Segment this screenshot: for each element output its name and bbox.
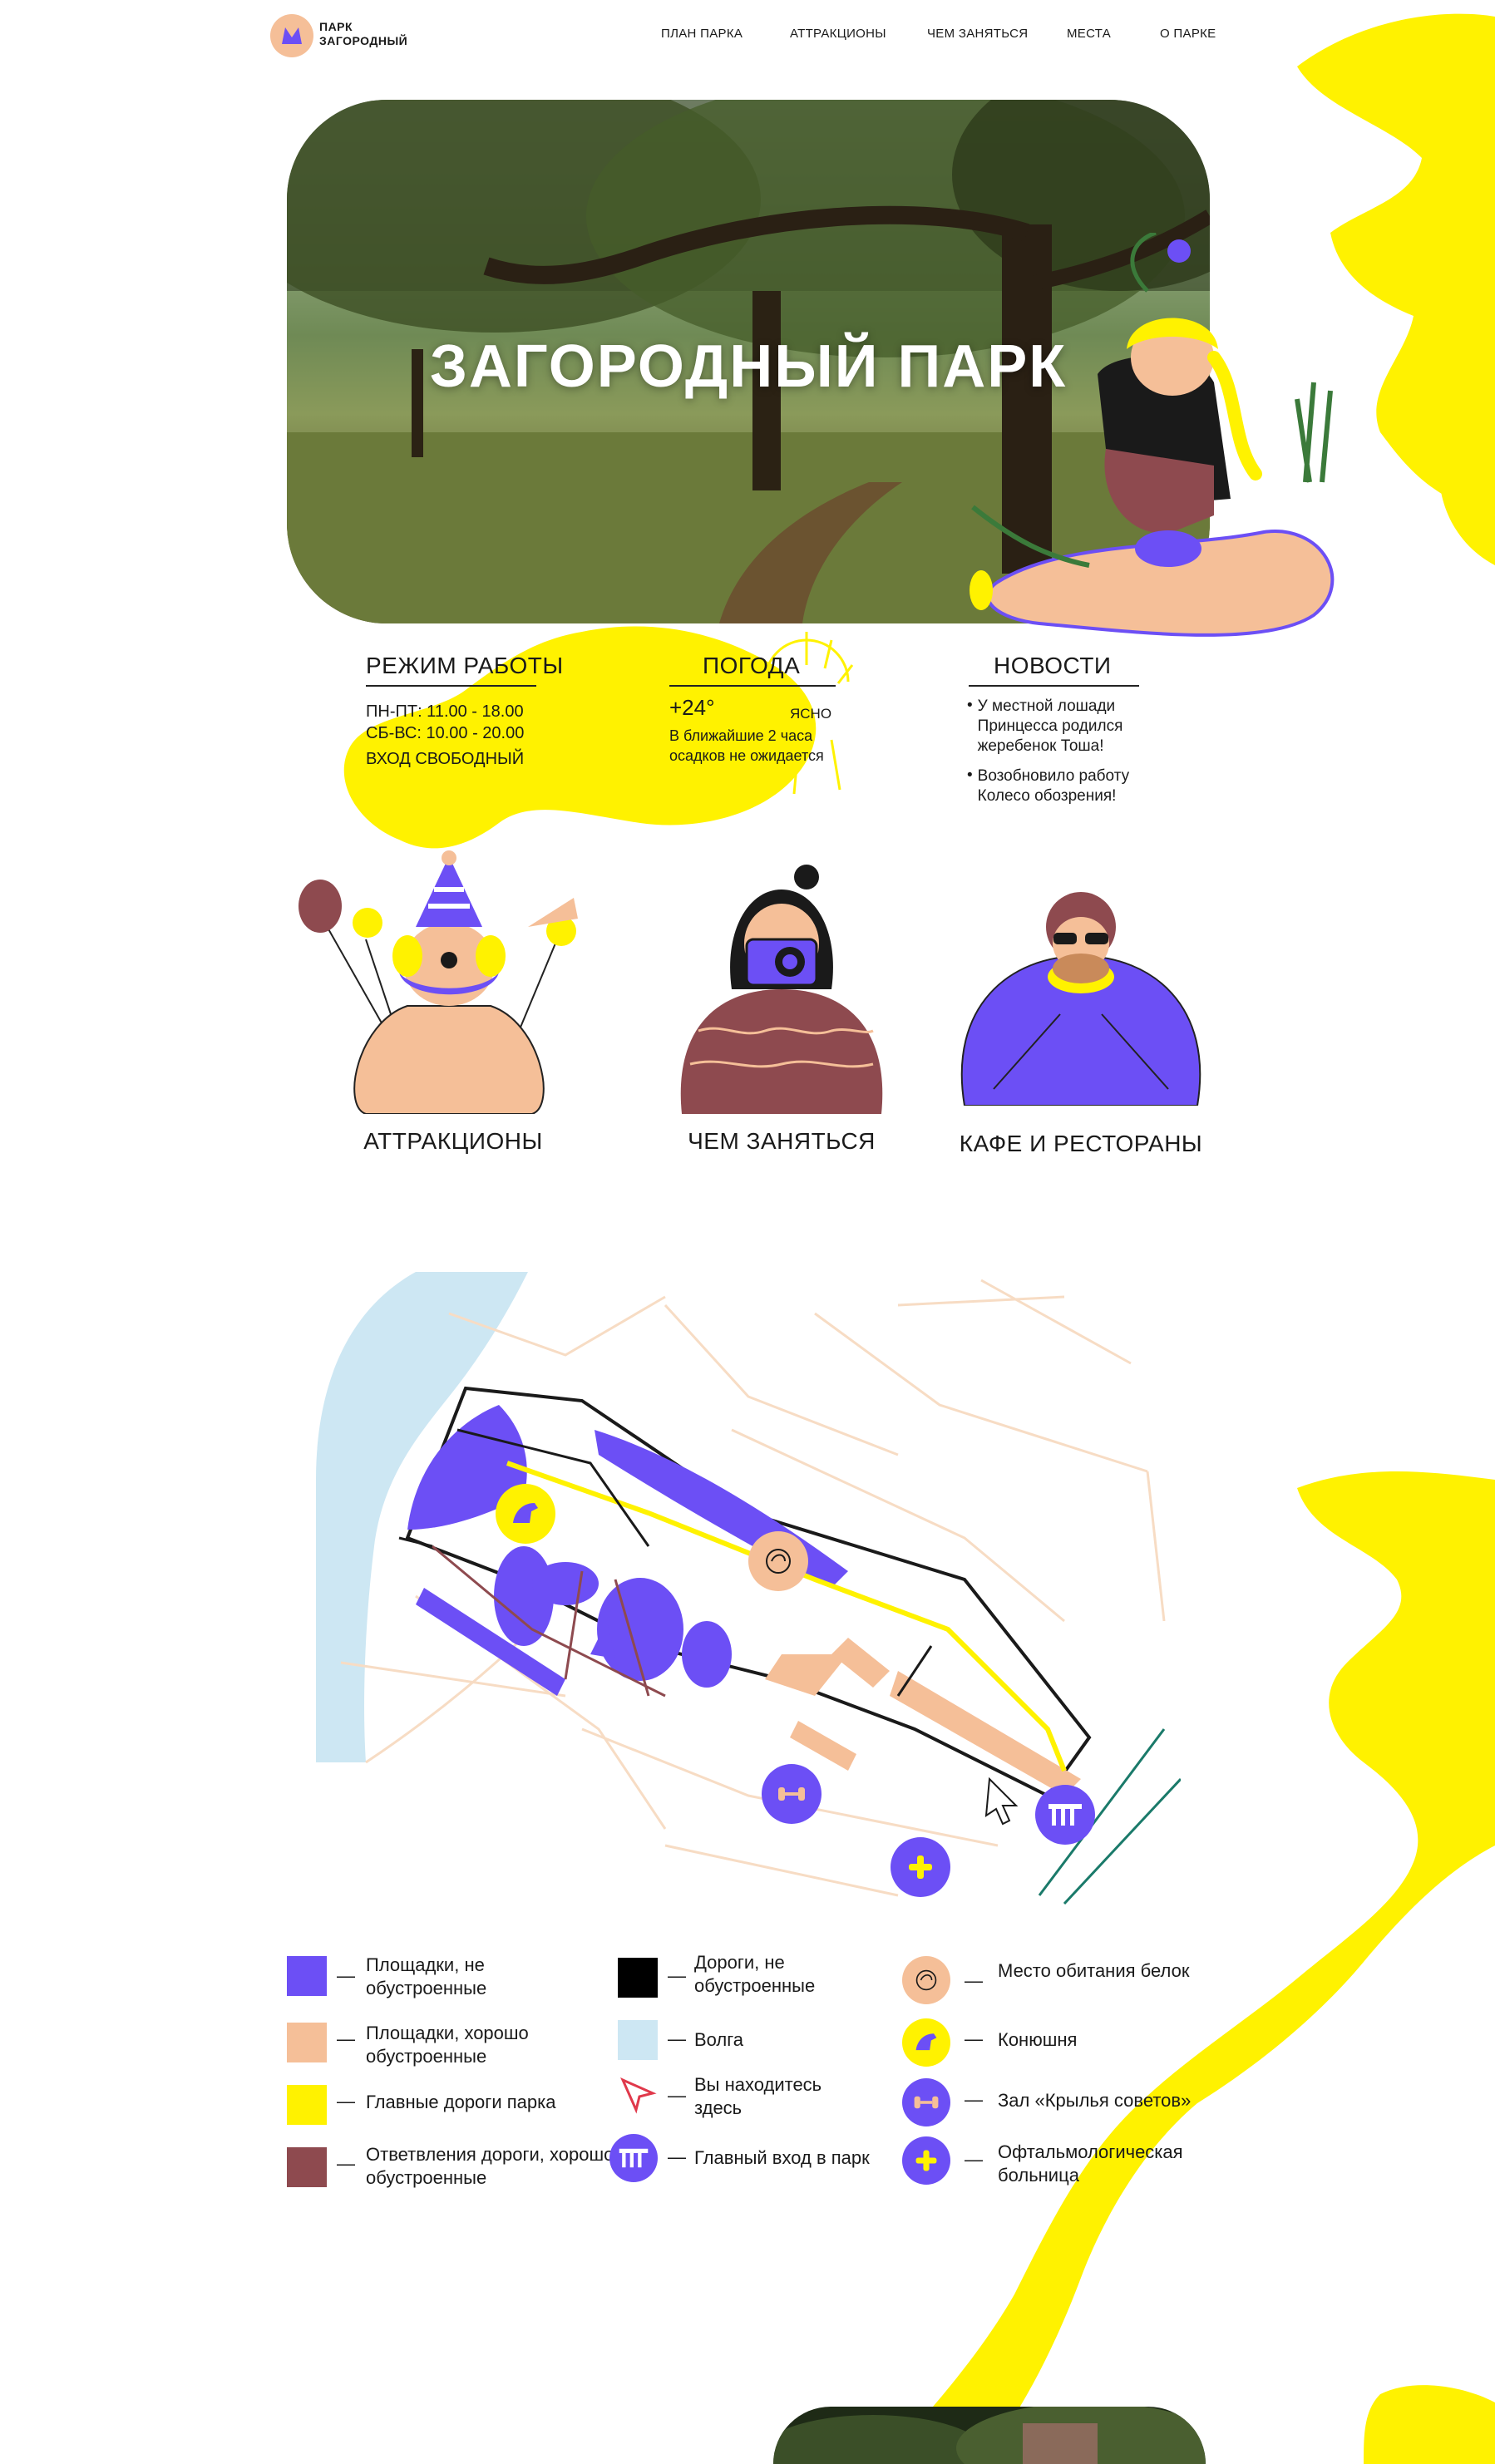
- news-item[interactable]: • Возобновило работу Колесо обозрения!: [967, 766, 1158, 806]
- news-list: • У местной лошади Принцесса родился жер…: [967, 697, 1158, 806]
- legend-dash: —: [668, 1965, 686, 1986]
- legend-dash: —: [337, 1965, 355, 1986]
- legend-hospital: Офтальмологическая больница: [998, 2141, 1183, 2186]
- nav-places[interactable]: МЕСТА: [1067, 27, 1111, 41]
- category-cafes[interactable]: КАФЕ И РЕСТОРАНЫ: [948, 1131, 1214, 1157]
- legend-unpaved-roads: Дороги, не обустроенные: [694, 1952, 816, 1996]
- nav-activities[interactable]: ЧЕМ ЗАНЯТЬСЯ: [927, 27, 1028, 41]
- legend-swatch-main-roads: [287, 2085, 327, 2125]
- legend-dash: —: [337, 2028, 355, 2049]
- eye-hospital-icon[interactable]: [891, 1837, 950, 1897]
- legend-you-are-here: Вы находитесь здесь: [694, 2074, 822, 2118]
- nav-about[interactable]: О ПАРКЕ: [1160, 27, 1216, 41]
- nav-park-plan[interactable]: ПЛАН ПАРКА: [661, 27, 743, 41]
- legend-squirrel-icon: [902, 1956, 950, 2004]
- legend-dash: —: [668, 2146, 686, 2167]
- hours-entry: ВХОД СВОБОДНЫЙ: [366, 750, 525, 768]
- legend-dash: —: [668, 2028, 686, 2049]
- news-title: НОВОСТИ: [994, 653, 1112, 678]
- news-item[interactable]: • У местной лошади Принцесса родился жер…: [967, 697, 1158, 756]
- legend-dash: —: [668, 2085, 686, 2106]
- legend-swatch-developed-areas: [287, 2023, 327, 2062]
- legend-main-entrance: Главный вход в парк: [694, 2147, 870, 2168]
- main-entrance-icon[interactable]: [1035, 1785, 1095, 1845]
- squirrel-habitat-icon[interactable]: [748, 1531, 808, 1591]
- park-logo-text[interactable]: ПАРК ЗАГОРОДНЫЙ: [319, 20, 407, 48]
- legend-stable-icon: [902, 2018, 950, 2067]
- park-logo-icon[interactable]: [270, 14, 313, 57]
- legend-dash: —: [965, 2149, 983, 2170]
- legend-swatch-undeveloped-areas: [287, 1956, 327, 1996]
- legend-squirrels: Место обитания белок: [998, 1960, 1190, 1981]
- legend-stable: Конюшня: [998, 2029, 1078, 2050]
- legend-dash: —: [965, 2089, 983, 2110]
- weather-forecast-1: В ближайшие 2 часа: [669, 727, 813, 744]
- legend-dash: —: [965, 2028, 983, 2049]
- news-item-text: У местной лошади Принцесса родился жереб…: [977, 697, 1123, 755]
- legend-road-branches: Ответвления дороги, хорошо обустроенные: [366, 2144, 614, 2188]
- category-attractions[interactable]: АТТРАКЦИОНЫ: [328, 1128, 578, 1155]
- nav-attractions[interactable]: АТТРАКЦИОНЫ: [790, 27, 886, 41]
- weather-temp: +24°: [669, 695, 715, 720]
- weather-title: ПОГОДА: [703, 653, 801, 678]
- news-divider: [969, 685, 1139, 687]
- legend-swatch-volga: [618, 2020, 658, 2060]
- hours-title: РЕЖИМ РАБОТЫ: [366, 653, 564, 678]
- weather-forecast-2: осадков не ожидается: [669, 747, 824, 764]
- legend-main-entrance-icon: [609, 2134, 658, 2182]
- news-bullet: •: [967, 697, 973, 714]
- legend-hospital-icon: [902, 2136, 950, 2185]
- legend-dash: —: [965, 1970, 983, 1991]
- legend-dash: —: [337, 2091, 355, 2112]
- legend-volga: Волга: [694, 2029, 744, 2050]
- news-bullet: •: [967, 766, 973, 784]
- legend-developed-areas: Площадки, хорошо обустроенные: [366, 2023, 529, 2067]
- girl-with-flowers-illustration: [970, 233, 1335, 637]
- krylya-sovetov-hall-icon[interactable]: [762, 1764, 822, 1824]
- legend-swatch-road-branches: [287, 2147, 327, 2187]
- legend-swatch-unpaved-roads: [618, 1958, 658, 1998]
- bottom-photo-preview: [773, 2407, 1206, 2464]
- hours-weekend: СБ-ВС: 10.00 - 20.00: [366, 724, 525, 742]
- you-are-here-pointer-icon: [620, 2077, 657, 2114]
- logo-line-1: ПАРК: [319, 20, 353, 33]
- legend-undeveloped-areas: Площадки, не обустроенные: [366, 1954, 487, 1998]
- news-item-text: Возобновило работу Колесо обозрения!: [977, 767, 1130, 805]
- clown-illustration[interactable]: [291, 848, 607, 1114]
- legend-dash: —: [337, 2153, 355, 2174]
- legend-hall-icon: [902, 2078, 950, 2126]
- hours-weekdays: ПН-ПТ: 11.00 - 18.00: [366, 702, 524, 721]
- weather-divider: [669, 685, 836, 687]
- hours-divider: [366, 685, 536, 687]
- cafe-person-illustration[interactable]: [960, 881, 1201, 1106]
- stable-horse-icon[interactable]: [496, 1484, 555, 1544]
- photographer-illustration[interactable]: [673, 865, 890, 1114]
- logo-line-2: ЗАГОРОДНЫЙ: [319, 34, 408, 47]
- legend-main-roads: Главные дороги парка: [366, 2092, 556, 2112]
- weather-condition: ЯСНО: [790, 706, 832, 722]
- category-activities[interactable]: ЧЕМ ЗАНЯТЬСЯ: [657, 1128, 906, 1155]
- legend-hall: Зал «Крылья советов»: [998, 2090, 1192, 2111]
